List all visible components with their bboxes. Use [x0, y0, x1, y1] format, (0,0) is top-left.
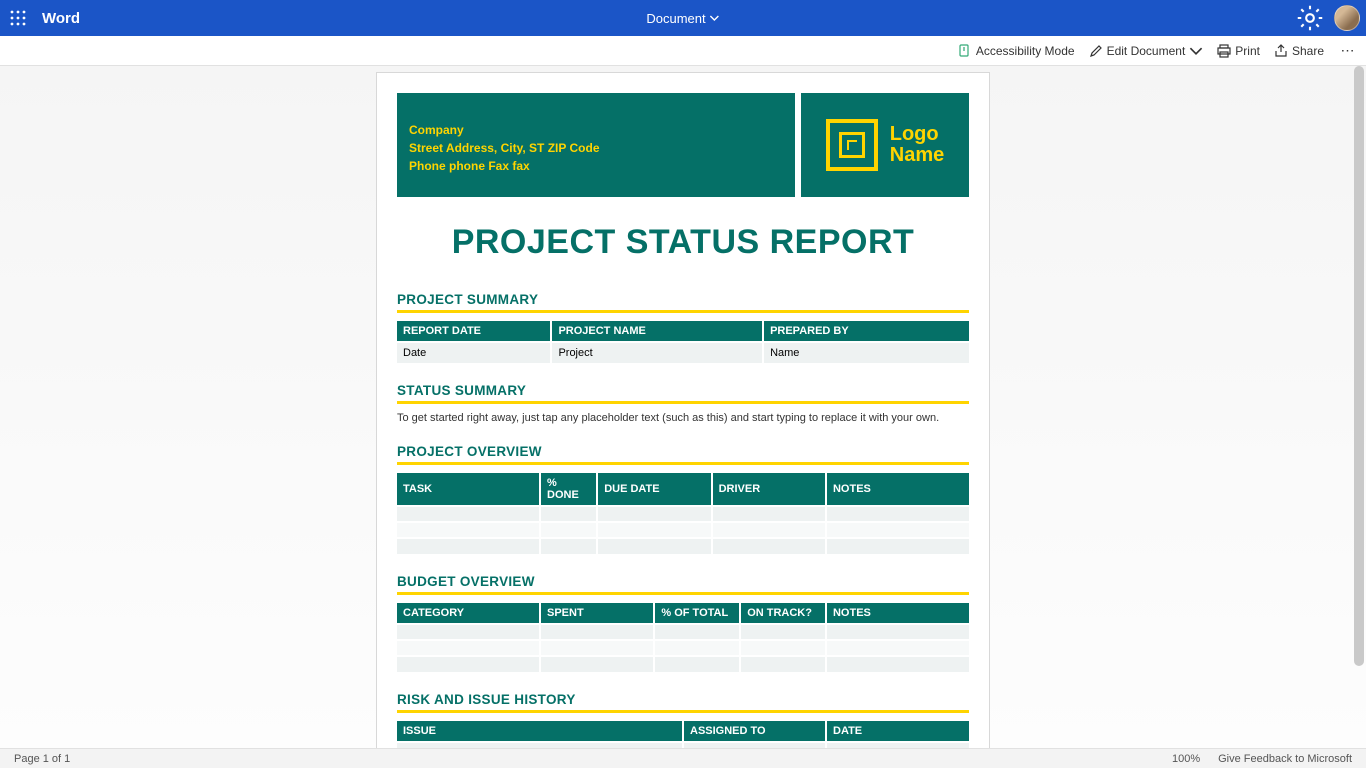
section-heading-summary[interactable]: PROJECT SUMMARY — [397, 292, 969, 307]
td-date[interactable]: Date — [397, 342, 551, 363]
page-indicator[interactable]: Page 1 of 1 — [14, 753, 70, 765]
app-launcher-icon[interactable] — [0, 0, 36, 36]
edit-document-button[interactable]: Edit Document — [1089, 44, 1204, 58]
th-issue: ISSUE — [397, 721, 683, 742]
print-label: Print — [1235, 44, 1260, 58]
logo-block[interactable]: Logo Name — [801, 93, 969, 197]
header-banner: Company Street Address, City, ST ZIP Cod… — [397, 93, 969, 197]
td-name[interactable]: Name — [763, 342, 969, 363]
budget-table[interactable]: CATEGORY SPENT % OF TOTAL ON TRACK? NOTE… — [397, 603, 969, 672]
company-phone: Phone phone Fax fax — [409, 157, 783, 175]
status-body-text[interactable]: To get started right away, just tap any … — [397, 412, 969, 424]
status-bar: Page 1 of 1 100% Give Feedback to Micros… — [0, 748, 1366, 768]
document-title-text: Document — [646, 11, 705, 26]
section-heading-risk[interactable]: RISK AND ISSUE HISTORY — [397, 692, 969, 707]
gear-icon — [1296, 4, 1324, 32]
section-rule — [397, 462, 969, 465]
section-rule — [397, 592, 969, 595]
pencil-icon — [1089, 44, 1103, 58]
th-ontrack: ON TRACK? — [740, 603, 826, 624]
accessibility-icon — [958, 44, 972, 58]
section-rule — [397, 401, 969, 404]
share-icon — [1274, 44, 1288, 58]
company-address: Street Address, City, ST ZIP Code — [409, 139, 783, 157]
th-driver: DRIVER — [712, 473, 826, 506]
summary-table[interactable]: REPORT DATE PROJECT NAME PREPARED BY Dat… — [397, 321, 969, 363]
th-pct: % OF TOTAL — [654, 603, 740, 624]
accessibility-mode-button[interactable]: Accessibility Mode — [958, 44, 1075, 58]
company-info-block[interactable]: Company Street Address, City, ST ZIP Cod… — [397, 93, 795, 197]
th-report-date: REPORT DATE — [397, 321, 551, 342]
th-category: CATEGORY — [397, 603, 540, 624]
document-canvas[interactable]: Company Street Address, City, ST ZIP Cod… — [0, 66, 1366, 748]
section-heading-status[interactable]: STATUS SUMMARY — [397, 383, 969, 398]
th-task: TASK — [397, 473, 540, 506]
risk-table[interactable]: ISSUE ASSIGNED TO DATE — [397, 721, 969, 748]
th-spent: SPENT — [540, 603, 654, 624]
logo-text: Logo Name — [890, 124, 944, 166]
vertical-scrollbar[interactable] — [1354, 66, 1364, 666]
th-project-name: PROJECT NAME — [551, 321, 763, 342]
document-page[interactable]: Company Street Address, City, ST ZIP Cod… — [376, 72, 990, 748]
td-project[interactable]: Project — [551, 342, 763, 363]
zoom-level[interactable]: 100% — [1172, 753, 1200, 765]
overview-table[interactable]: TASK % DONE DUE DATE DRIVER NOTES — [397, 473, 969, 554]
app-name[interactable]: Word — [42, 10, 80, 27]
settings-button[interactable] — [1296, 4, 1324, 32]
th-notes: NOTES — [826, 473, 969, 506]
th-rdate: DATE — [826, 721, 969, 742]
document-title-dropdown[interactable]: Document — [646, 11, 719, 26]
section-heading-budget[interactable]: BUDGET OVERVIEW — [397, 574, 969, 589]
document-main-title[interactable]: PROJECT STATUS REPORT — [397, 223, 969, 262]
user-avatar[interactable] — [1334, 5, 1360, 31]
th-bnotes: NOTES — [826, 603, 969, 624]
share-button[interactable]: Share — [1274, 44, 1324, 58]
th-assigned: ASSIGNED TO — [683, 721, 826, 742]
more-options-button[interactable]: ⋯ — [1338, 42, 1358, 59]
th-prepared-by: PREPARED BY — [763, 321, 969, 342]
section-rule — [397, 310, 969, 313]
print-button[interactable]: Print — [1217, 44, 1260, 58]
logo-icon — [826, 119, 878, 171]
share-label: Share — [1292, 44, 1324, 58]
chevron-down-icon — [710, 13, 720, 23]
edit-label: Edit Document — [1107, 44, 1186, 58]
accessibility-label: Accessibility Mode — [976, 44, 1075, 58]
command-bar: Accessibility Mode Edit Document Print S… — [0, 36, 1366, 66]
company-name: Company — [409, 121, 783, 139]
th-done: % DONE — [540, 473, 597, 506]
feedback-link[interactable]: Give Feedback to Microsoft — [1218, 753, 1352, 765]
print-icon — [1217, 44, 1231, 58]
section-rule — [397, 710, 969, 713]
th-due: DUE DATE — [597, 473, 711, 506]
section-heading-overview[interactable]: PROJECT OVERVIEW — [397, 444, 969, 459]
chevron-down-icon — [1189, 44, 1203, 58]
title-bar: Word Document — [0, 0, 1366, 36]
